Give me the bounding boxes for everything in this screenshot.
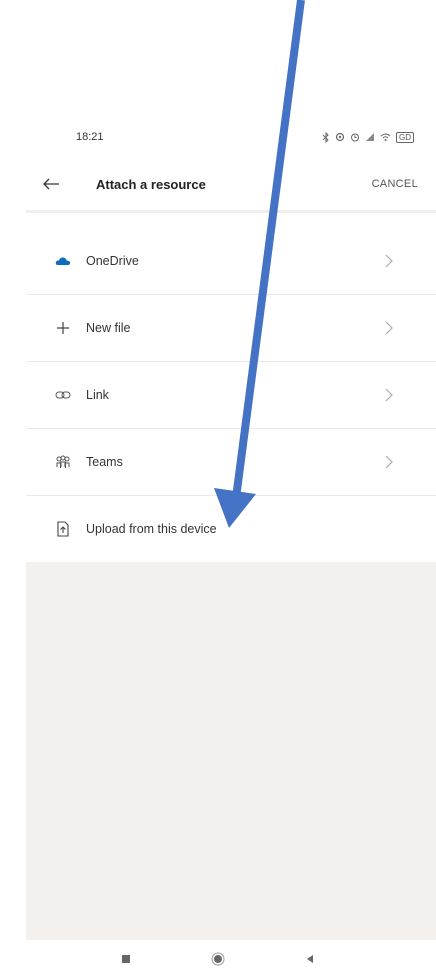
app-bar: Attach a resource CANCEL [26,162,436,206]
header-divider [26,210,436,213]
top-blank-area [0,0,436,112]
status-bar: 18:21 GD [26,112,436,162]
list-item-label: New file [86,321,131,335]
plus-icon [52,317,74,339]
phone-screen: 18:21 GD Attach a resource CANCEL OneDri… [26,112,436,940]
back-arrow-icon[interactable] [40,173,62,195]
list-item-upload-from-device[interactable]: Upload from this device [26,496,436,562]
recents-square-icon[interactable] [116,949,136,969]
chevron-right-icon [382,254,396,268]
status-icons: GD [322,131,414,143]
wifi-icon [380,132,391,142]
status-time: 18:21 [76,131,104,143]
empty-content-area [26,562,436,940]
chevron-right-icon [382,388,396,402]
page-title: Attach a resource [96,176,206,192]
home-circle-icon[interactable] [208,949,228,969]
list-item-teams[interactable]: Teams [26,429,436,496]
settings-gear-icon [335,132,345,142]
list-item-label: Link [86,388,109,402]
back-triangle-icon[interactable] [300,949,320,969]
chevron-right-icon [382,455,396,469]
upload-device-icon [52,518,74,540]
chevron-right-icon [382,321,396,335]
cancel-button[interactable]: CANCEL [372,178,418,190]
resource-list: OneDrive New file Link Teams Upload from… [26,228,436,562]
battery-level: GD [396,131,414,143]
system-nav-bar [0,940,436,978]
battery-icon: GD [396,131,414,143]
list-item-label: Upload from this device [86,522,217,536]
list-item-onedrive[interactable]: OneDrive [26,228,436,295]
signal-icon [365,132,375,142]
list-item-new-file[interactable]: New file [26,295,436,362]
list-item-label: Teams [86,455,123,469]
onedrive-cloud-icon [52,250,74,272]
teams-icon [52,451,74,473]
alarm-icon [350,132,360,142]
link-icon [52,384,74,406]
bluetooth-icon [322,131,330,143]
list-item-link[interactable]: Link [26,362,436,429]
list-item-label: OneDrive [86,254,139,268]
